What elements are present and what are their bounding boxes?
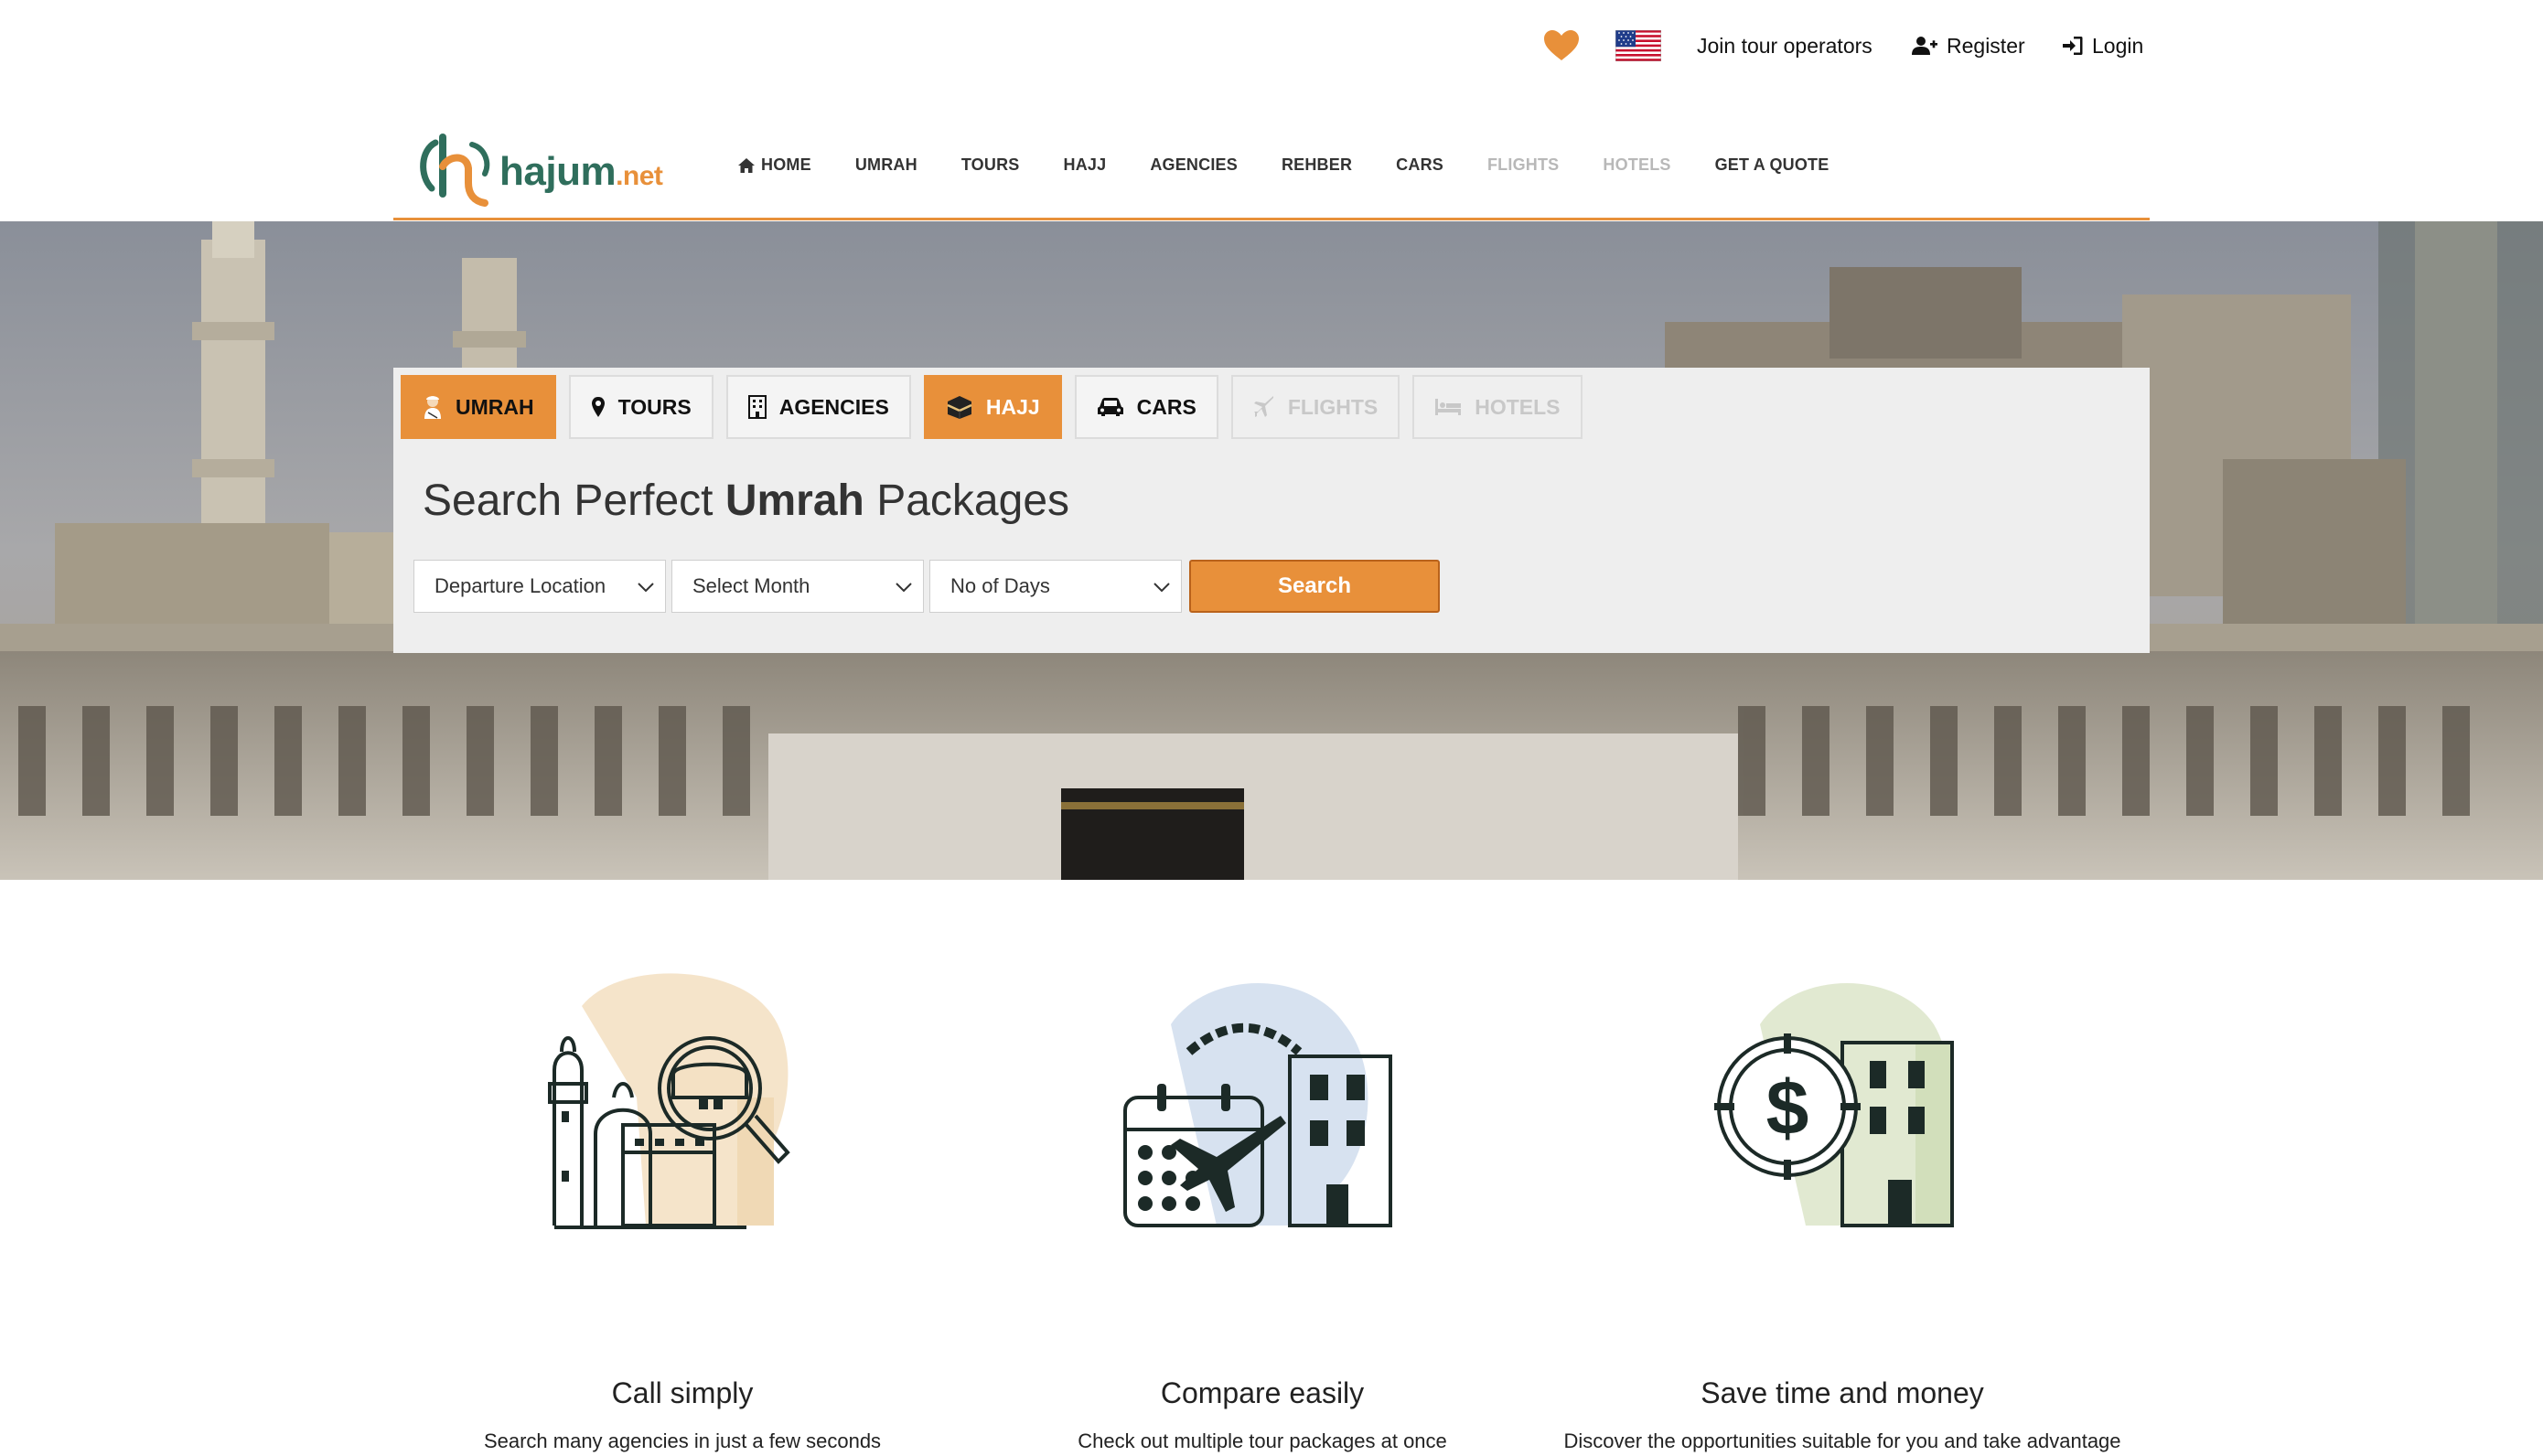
mosque-search-illustration bbox=[390, 969, 975, 1253]
sign-in-icon bbox=[2063, 36, 2083, 56]
tab-tours[interactable]: TOURS bbox=[568, 375, 714, 439]
nav-get-a-quote[interactable]: GET A QUOTE bbox=[1715, 155, 1829, 175]
nav-rehber[interactable]: REHBER bbox=[1282, 155, 1352, 175]
feature-call-simply: Call simply Search many agencies in just… bbox=[390, 969, 975, 1456]
heart-icon bbox=[1542, 29, 1581, 62]
nav-agencies[interactable]: AGENCIES bbox=[1150, 155, 1238, 175]
feature-title: Save time and money bbox=[1701, 1376, 1984, 1409]
tab-agencies[interactable]: AGENCIES bbox=[725, 375, 911, 439]
search-panel: UMRAH TOURS AGENCIES HAJJ CARS FLIGHTS H… bbox=[393, 368, 2150, 653]
search-button[interactable]: Search bbox=[1189, 560, 1440, 613]
user-plus-icon bbox=[1912, 36, 1937, 56]
tab-hajj-label: HAJJ bbox=[985, 394, 1040, 419]
feature-description: Search many agencies in just a few secon… bbox=[483, 1429, 882, 1452]
nav-home-label: HOME bbox=[761, 155, 811, 174]
pilgrim-icon bbox=[423, 394, 443, 420]
tab-umrah-label: UMRAH bbox=[456, 394, 534, 419]
money-time-illustration: $ bbox=[1550, 969, 2135, 1253]
join-tour-operators-link[interactable]: Join tour operators bbox=[1697, 27, 1872, 64]
building-icon bbox=[747, 395, 767, 419]
chevron-down-icon bbox=[636, 577, 656, 603]
tab-cars-label: CARS bbox=[1136, 394, 1196, 419]
feature-title: Call simply bbox=[611, 1376, 754, 1409]
chevron-down-icon bbox=[1152, 577, 1172, 603]
tab-flights[interactable]: FLIGHTS bbox=[1230, 375, 1400, 439]
tab-flights-label: FLIGHTS bbox=[1287, 394, 1379, 419]
days-value: No of Days bbox=[950, 574, 1050, 597]
logo-text: hajum.net bbox=[499, 148, 663, 194]
tab-cars[interactable]: CARS bbox=[1074, 375, 1218, 439]
register-link[interactable]: Register bbox=[1912, 27, 2025, 64]
tab-hotels-label: HOTELS bbox=[1475, 394, 1561, 419]
search-tabs: UMRAH TOURS AGENCIES HAJJ CARS FLIGHTS H… bbox=[401, 375, 1595, 439]
search-title: Search Perfect Umrah Packages bbox=[423, 476, 1070, 525]
tab-hajj[interactable]: HAJJ bbox=[923, 375, 1062, 439]
map-marker-icon bbox=[591, 396, 606, 418]
login-label: Login bbox=[2092, 33, 2144, 58]
nav-hajj[interactable]: HAJJ bbox=[1064, 155, 1107, 175]
nav-cars[interactable]: CARS bbox=[1396, 155, 1443, 175]
tab-hotels[interactable]: HOTELS bbox=[1412, 375, 1583, 439]
kaaba-icon bbox=[946, 394, 973, 420]
tab-umrah[interactable]: UMRAH bbox=[401, 375, 556, 439]
feature-description: Discover the opportunities suitable for … bbox=[1563, 1429, 2121, 1452]
nav-menu: HOME UMRAH TOURS HAJJ AGENCIES REHBER CA… bbox=[737, 155, 1872, 175]
join-label: Join tour operators bbox=[1697, 33, 1872, 58]
main-navigation: hajum.net HOME UMRAH TOURS HAJJ AGENCIES… bbox=[393, 119, 2150, 219]
nav-tours[interactable]: TOURS bbox=[961, 155, 1020, 175]
site-logo[interactable]: hajum.net bbox=[417, 130, 663, 213]
travel-compare-illustration bbox=[970, 969, 1555, 1253]
home-icon bbox=[737, 157, 756, 174]
month-value: Select Month bbox=[692, 574, 810, 597]
feature-save-time-money: $ Save time and money Discover the oppor… bbox=[1550, 969, 2135, 1456]
departure-location-select[interactable]: Departure Location bbox=[413, 560, 666, 613]
nav-divider bbox=[393, 218, 2150, 220]
nav-home[interactable]: HOME bbox=[737, 155, 811, 175]
car-icon bbox=[1097, 397, 1124, 417]
nav-flights[interactable]: FLIGHTS bbox=[1487, 155, 1559, 175]
language-selector[interactable] bbox=[1615, 27, 1661, 64]
register-label: Register bbox=[1947, 33, 2025, 58]
feature-compare-easily: Compare easily Check out multiple tour p… bbox=[970, 969, 1555, 1456]
bed-icon bbox=[1434, 398, 1462, 416]
login-link[interactable]: Login bbox=[2063, 27, 2143, 64]
plane-icon bbox=[1253, 396, 1275, 418]
favorites-button[interactable] bbox=[1542, 27, 1581, 64]
feature-title: Compare easily bbox=[1160, 1376, 1365, 1409]
departure-location-value: Departure Location bbox=[435, 574, 606, 597]
tab-agencies-label: AGENCIES bbox=[778, 394, 889, 419]
nav-umrah[interactable]: UMRAH bbox=[855, 155, 917, 175]
tab-tours-label: TOURS bbox=[617, 394, 692, 419]
chevron-down-icon bbox=[894, 577, 914, 603]
svg-text:$: $ bbox=[1766, 1065, 1809, 1151]
feature-description: Check out multiple tour packages at once bbox=[1078, 1429, 1447, 1452]
top-bar: Join tour operators Register Login bbox=[0, 0, 2543, 91]
month-select[interactable]: Select Month bbox=[671, 560, 924, 613]
days-select[interactable]: No of Days bbox=[929, 560, 1182, 613]
hajum-logo-icon bbox=[417, 130, 496, 213]
us-flag-icon bbox=[1615, 30, 1661, 61]
nav-hotels[interactable]: HOTELS bbox=[1603, 155, 1670, 175]
